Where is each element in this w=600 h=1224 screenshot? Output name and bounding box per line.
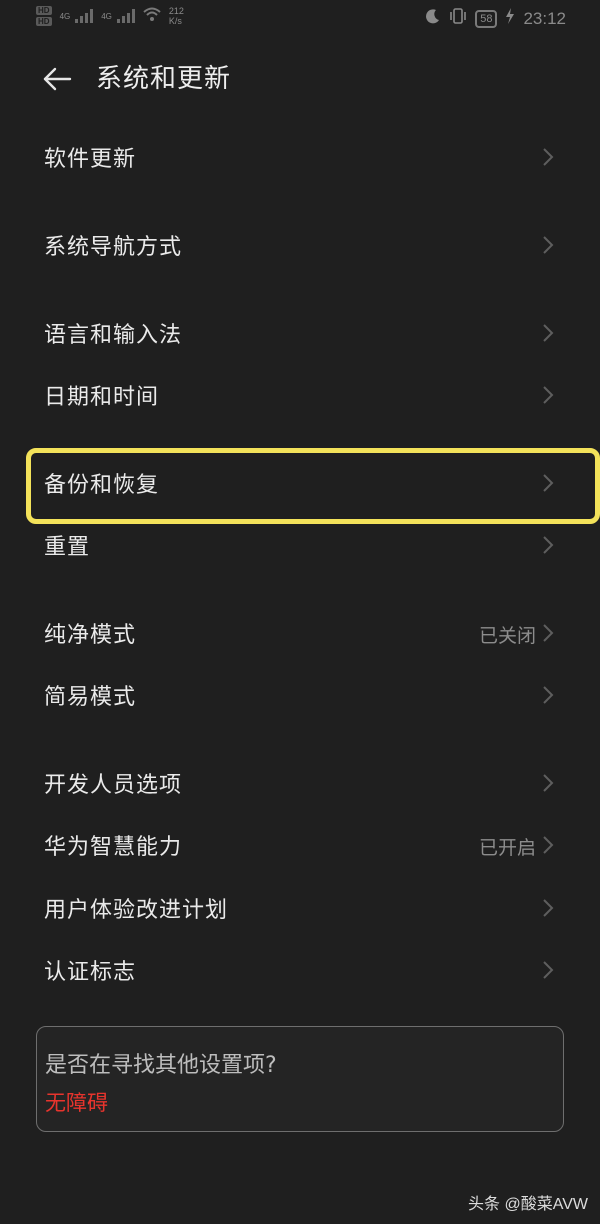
menu-item-huawei-smart[interactable]: 华为智慧能力 已开启 (0, 815, 600, 875)
menu-item-label: 重置 (44, 535, 91, 560)
menu-item-status: 已关闭 (478, 625, 536, 647)
menu-item-label: 用户体验改进计划 (44, 898, 229, 923)
chevron-right-icon (543, 961, 554, 979)
menu-item-language-input[interactable]: 语言和输入法 (0, 303, 600, 363)
sim1-signal-icon (75, 9, 94, 23)
menu-item-label: 认证标志 (44, 960, 137, 985)
menu-item-simple-mode[interactable]: 简易模式 (0, 665, 600, 725)
menu-item-label: 软件更新 (44, 147, 137, 172)
watermark: 头条 @酸菜AVW (468, 1196, 588, 1213)
menu-item-label: 系统导航方式 (44, 235, 183, 260)
back-arrow-icon (43, 67, 72, 91)
chevron-right-icon (543, 474, 554, 492)
status-left: HD HD 4G 4G 212 K/s (36, 6, 184, 26)
menu-item-label: 备份和恢复 (44, 473, 160, 498)
vibrate-icon (449, 8, 467, 29)
suggestion-title: 是否在寻找其他设置项? (45, 1053, 277, 1078)
battery-indicator: 58 (475, 9, 498, 28)
menu-item-software-update[interactable]: 软件更新 (0, 127, 600, 187)
network-speed: 212 K/s (169, 6, 184, 26)
menu-item-pure-mode[interactable]: 纯净模式 已关闭 (0, 603, 600, 663)
chevron-right-icon (543, 536, 554, 554)
chevron-right-icon (543, 899, 554, 917)
menu-item-label: 开发人员选项 (44, 773, 183, 798)
charging-icon (505, 8, 515, 29)
hd-badge-2: HD (36, 17, 52, 26)
chevron-right-icon (543, 324, 554, 342)
chevron-right-icon (543, 836, 554, 854)
menu-item-label: 纯净模式 (44, 623, 137, 648)
moon-icon (425, 8, 441, 29)
menu-item-status: 已开启 (478, 837, 536, 859)
page-title: 系统和更新 (96, 64, 232, 94)
hd-badges: HD HD (36, 6, 52, 26)
sim2-network-tag: 4G (101, 11, 112, 21)
menu-item-certification[interactable]: 认证标志 (0, 940, 600, 1000)
chevron-right-icon (543, 236, 554, 254)
clock: 23:12 (523, 8, 566, 28)
menu-item-reset[interactable]: 重置 (0, 515, 600, 575)
sim1-network-tag: 4G (59, 11, 71, 21)
back-button[interactable] (36, 54, 80, 94)
menu-item-user-experience[interactable]: 用户体验改进计划 (0, 878, 600, 938)
sim2-signal-icon (116, 9, 135, 23)
menu-item-label: 语言和输入法 (44, 323, 183, 348)
menu-item-label: 日期和时间 (44, 385, 160, 410)
accessibility-link[interactable]: 无障碍 (45, 1087, 108, 1117)
menu-item-label: 简易模式 (44, 685, 137, 710)
status-bar: HD HD 4G 4G 212 K/s 58 23:12 (0, 0, 600, 36)
chevron-right-icon (543, 386, 554, 404)
chevron-right-icon (543, 148, 554, 166)
status-right: 58 23:12 (425, 8, 566, 29)
chevron-right-icon (543, 624, 554, 642)
chevron-right-icon (543, 774, 554, 792)
hd-badge-1: HD (36, 6, 52, 15)
wifi-icon (143, 7, 161, 26)
suggestion-card: 是否在寻找其他设置项? 无障碍 (36, 1026, 564, 1132)
menu-item-backup-restore[interactable]: 备份和恢复 (0, 453, 600, 513)
menu-item-developer-options[interactable]: 开发人员选项 (0, 753, 600, 813)
chevron-right-icon (543, 686, 554, 704)
menu-item-date-time[interactable]: 日期和时间 (0, 365, 600, 425)
page-header: 系统和更新 (0, 46, 600, 102)
network-speed-unit: K/s (168, 16, 182, 26)
menu-item-system-navigation[interactable]: 系统导航方式 (0, 215, 600, 275)
menu-item-label: 华为智慧能力 (44, 835, 183, 860)
network-speed-value: 212 (168, 6, 184, 16)
